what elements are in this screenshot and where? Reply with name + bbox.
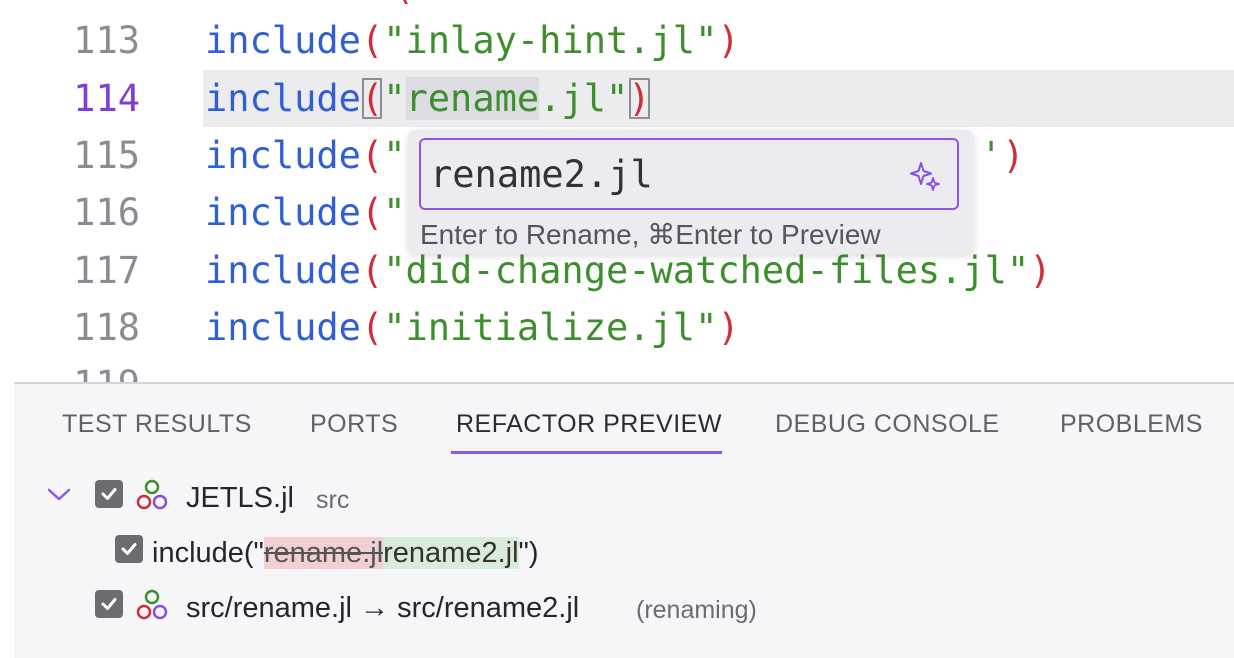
refactor-nodes-icon: [136, 479, 168, 510]
line-number: 118: [73, 306, 140, 349]
tree-row-change[interactable]: include("rename.jlrename2.jl"): [14, 531, 1234, 575]
change-preview-text: include("rename.jlrename2.jl"): [152, 537, 539, 569]
line-number: 115: [73, 134, 140, 177]
tab-test-results[interactable]: TEST RESULTS: [62, 410, 252, 439]
tree-root-sub: src: [316, 486, 350, 514]
refactor-nodes-icon: [136, 589, 168, 620]
inserted-text: rename2.jl: [383, 537, 519, 569]
line-number: 117: [73, 249, 140, 292]
code-line-114[interactable]: 114 include("rename.jl"): [0, 70, 1234, 127]
checkbox-checked-icon[interactable]: [95, 480, 123, 508]
chevron-down-icon[interactable]: [46, 484, 72, 504]
rename-input-value[interactable]: rename2.jl: [430, 140, 653, 210]
rename-selection: rename: [405, 77, 540, 120]
tab-ports[interactable]: PORTS: [310, 410, 398, 439]
checkbox-checked-icon[interactable]: [115, 535, 143, 563]
code-line-113[interactable]: 113 include("inlay-hint.jl"): [0, 12, 1234, 69]
code-editor[interactable]: ( 113 include("inlay-hint.jl") 114 inclu…: [0, 0, 1234, 382]
code-line-118[interactable]: 118 include("initialize.jl"): [0, 299, 1234, 356]
code-line-partial-bottom: 119: [0, 356, 1234, 382]
file-rename-note: (renaming): [636, 596, 757, 624]
bottom-panel: TEST RESULTS PORTS REFACTOR PREVIEW DEBU…: [14, 382, 1234, 658]
line-number: 113: [73, 19, 140, 62]
tree-row-root[interactable]: JETLS.jl src: [14, 476, 1234, 520]
sparkle-icon[interactable]: [909, 160, 941, 192]
rename-widget: rename2.jl Enter to Rename, ⌘Enter to Pr…: [408, 130, 974, 254]
rename-input[interactable]: rename2.jl: [419, 138, 959, 210]
line-number-active: 114: [73, 77, 140, 120]
rename-hint: Enter to Rename, ⌘Enter to Preview: [420, 219, 881, 250]
line-number: 116: [73, 191, 140, 234]
tab-debug-console[interactable]: DEBUG CONSOLE: [775, 410, 1000, 439]
deleted-text: rename.jl: [263, 537, 384, 569]
file-rename-label: src/rename.jl → src/rename2.jl: [186, 592, 580, 624]
tab-refactor-preview[interactable]: REFACTOR PREVIEW: [456, 410, 722, 439]
tree-row-file-rename[interactable]: src/rename.jl → src/rename2.jl (renaming…: [14, 586, 1234, 630]
tab-problems[interactable]: PROBLEMS: [1060, 410, 1203, 439]
matching-bracket: (: [360, 77, 384, 120]
tree-root-label: JETLS.jl: [186, 482, 294, 514]
checkbox-checked-icon[interactable]: [95, 590, 123, 618]
active-tab-indicator: [451, 451, 722, 454]
matching-bracket: ): [628, 77, 651, 120]
